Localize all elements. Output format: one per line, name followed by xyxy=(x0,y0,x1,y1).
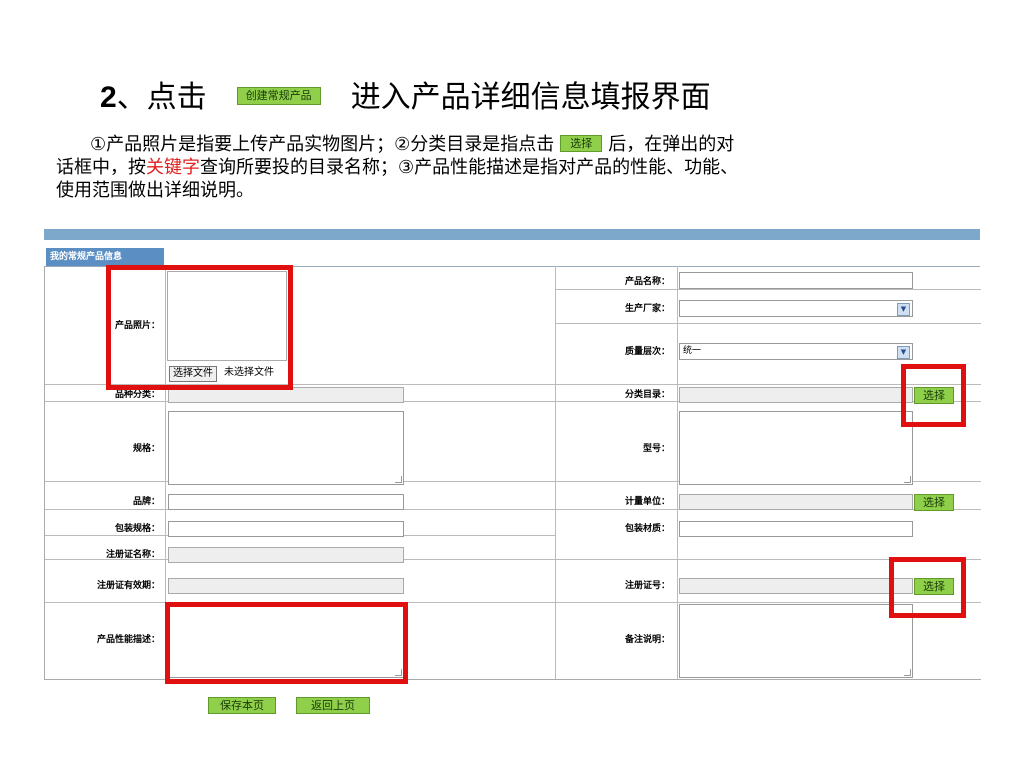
label-remarks: 备注说明： xyxy=(624,635,670,645)
quality-level-select[interactable]: 统一 ▼ xyxy=(679,343,913,360)
para-text-5: 使用范围做出详细说明。 xyxy=(56,180,254,201)
chevron-down-icon: ▼ xyxy=(897,303,910,316)
label-brand: 品牌： xyxy=(132,497,160,507)
keyword-highlight: 关键字 xyxy=(146,157,200,178)
remarks-textarea[interactable] xyxy=(679,604,913,678)
para-text-1: ①产品照片是指要上传产品实物图片；②分类目录是指点击 xyxy=(90,134,555,155)
reg-number-input[interactable] xyxy=(679,578,913,594)
highlight-performance-box xyxy=(165,602,408,684)
form-header-bar xyxy=(44,229,980,240)
label-performance: 产品性能描述： xyxy=(96,635,160,645)
chevron-down-icon: ▼ xyxy=(897,346,910,359)
spec-textarea[interactable] xyxy=(168,411,404,485)
tab-my-products[interactable]: 我的常规产品信息 xyxy=(46,248,164,266)
quality-level-value: 统一 xyxy=(683,346,702,356)
create-product-button[interactable]: 创建常规产品 xyxy=(236,86,321,105)
reg-name-input[interactable] xyxy=(168,547,404,563)
brand-input[interactable] xyxy=(168,494,404,510)
unit-input[interactable] xyxy=(679,494,913,510)
para-text-3: 话框中，按 xyxy=(56,157,146,178)
highlight-category-select-box xyxy=(901,364,966,427)
para-text-4: 查询所要投的目录名称；③产品性能描述是指对产品的性能、功能、 xyxy=(200,157,739,178)
instruction-paragraph: ①产品照片是指要上传产品实物图片；②分类目录是指点击 选择 后，在弹出的对 话框中，… xyxy=(56,133,956,202)
product-name-input[interactable] xyxy=(679,272,913,289)
title-number: 2 xyxy=(100,81,117,114)
title-suffix: 进入产品详细信息填报界面 xyxy=(350,80,711,115)
pack-spec-input[interactable] xyxy=(168,521,404,537)
back-page-button[interactable]: 返回上页 xyxy=(296,697,370,714)
model-textarea[interactable] xyxy=(679,411,913,485)
label-pack-material: 包装材质： xyxy=(624,524,670,534)
col-line xyxy=(677,266,678,679)
label-manufacturer: 生产厂家： xyxy=(624,304,670,314)
slide-title: 2、点击 创建常规产品 进入产品详细信息填报界面 xyxy=(100,78,711,118)
save-page-button[interactable]: 保存本页 xyxy=(208,697,276,714)
label-quality-level: 质量层次： xyxy=(624,347,670,357)
highlight-photo-box xyxy=(106,265,293,390)
label-category: 分类目录： xyxy=(624,390,670,400)
inline-select-button[interactable]: 选择 xyxy=(560,135,603,152)
highlight-reg-select-box xyxy=(889,557,966,618)
label-reg-validity: 注册证有效期： xyxy=(96,581,160,591)
label-pack-spec: 包装规格： xyxy=(114,524,160,534)
label-reg-number: 注册证号： xyxy=(624,581,670,591)
label-unit: 计量单位： xyxy=(624,497,670,507)
label-variety: 品种分类： xyxy=(114,390,160,400)
manufacturer-select[interactable]: ▼ xyxy=(679,300,913,317)
label-model: 型号： xyxy=(642,444,670,454)
label-spec: 规格： xyxy=(132,444,160,454)
col-line xyxy=(555,266,556,679)
reg-validity-input[interactable] xyxy=(168,578,404,594)
row-line xyxy=(555,289,981,290)
label-reg-name: 注册证名称： xyxy=(105,550,160,560)
unit-select-button[interactable]: 选择 xyxy=(914,494,954,511)
label-product-name: 产品名称： xyxy=(624,277,670,287)
pack-material-input[interactable] xyxy=(679,521,913,537)
category-input[interactable] xyxy=(679,387,913,403)
para-text-2: 后，在弹出的对 xyxy=(608,134,735,155)
title-prefix: 、点击 xyxy=(116,80,207,115)
row-line xyxy=(555,323,981,324)
